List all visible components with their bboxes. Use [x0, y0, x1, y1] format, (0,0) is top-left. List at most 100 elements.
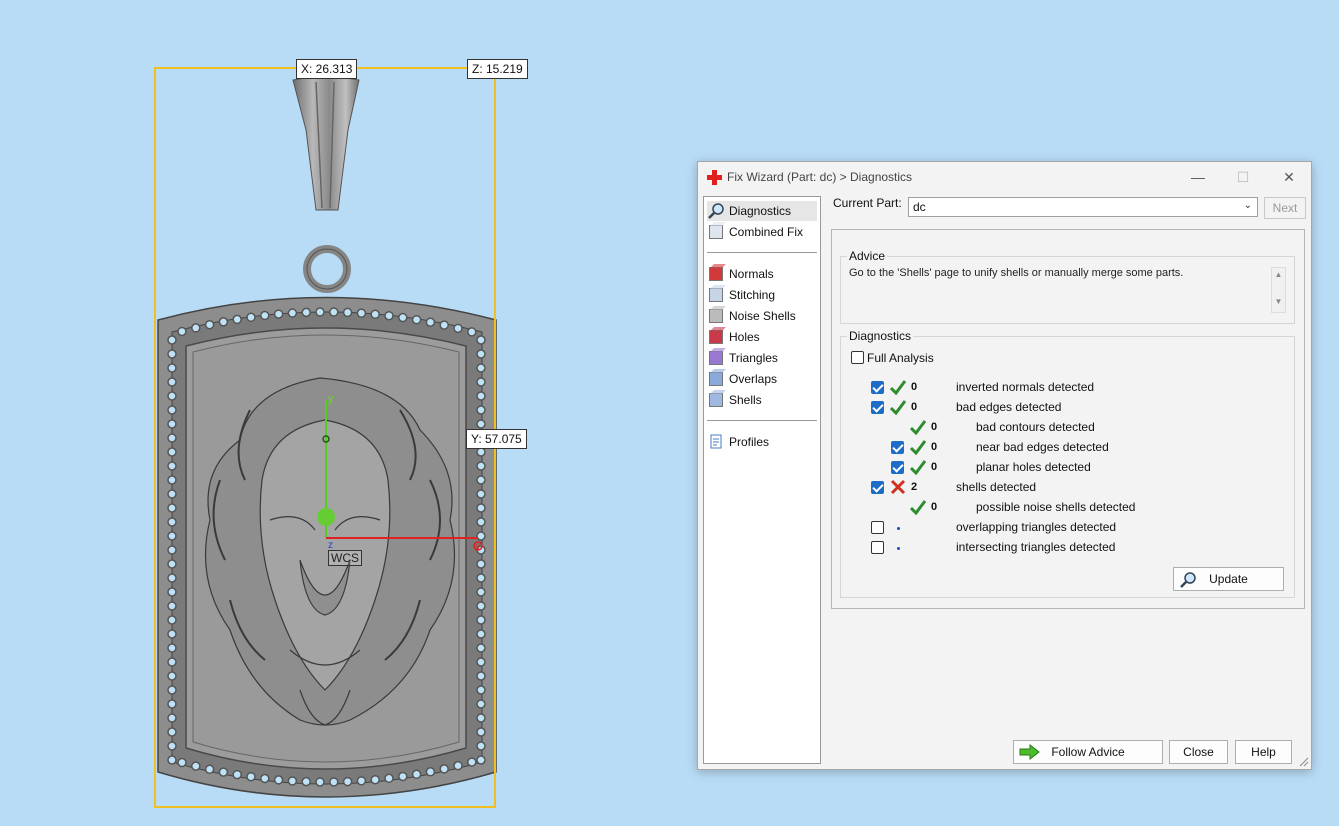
update-button[interactable]: Update [1173, 567, 1284, 591]
dialog-title: Fix Wizard (Part: dc) > Diagnostics [727, 170, 913, 184]
follow-advice-label: Follow Advice [1051, 745, 1125, 759]
resize-grip-icon[interactable] [1299, 757, 1309, 767]
shells-icon [707, 391, 725, 409]
nav-item-triangles[interactable]: Triangles [707, 348, 778, 368]
advice-group: Advice Go to the 'Shells' page to unify … [840, 249, 1295, 324]
close-button[interactable]: Close [1169, 740, 1228, 764]
planar-holes-checkbox[interactable] [891, 461, 904, 474]
nav-label: Shells [729, 393, 762, 407]
profiles-icon [707, 433, 725, 451]
pending-dot-icon [897, 547, 900, 550]
bad-contours-label: bad contours detected [976, 420, 1095, 434]
diagnostics-group: Diagnostics Full Analysis 0 inverted nor… [840, 329, 1295, 598]
diagnostics-title: Diagnostics [847, 329, 914, 343]
bounding-box [154, 67, 496, 808]
bad-edges-count: 0 [911, 401, 918, 413]
dimension-z-label: Z: 15.219 [467, 59, 528, 79]
scroll-down-icon[interactable]: ▼ [1272, 297, 1285, 306]
help-button[interactable]: Help [1235, 740, 1292, 764]
nav-label: Overlaps [729, 372, 778, 386]
pending-dot-icon [897, 527, 900, 530]
nav-item-overlaps[interactable]: Overlaps [707, 369, 777, 389]
nav-label: Combined Fix [729, 225, 804, 239]
overlaps-icon [707, 370, 725, 388]
advice-scrollbar[interactable]: ▲ ▼ [1271, 267, 1286, 313]
wizard-nav: Diagnostics Combined Fix Normals Stitchi… [703, 196, 821, 764]
bad-contours-count: 0 [931, 421, 938, 433]
wcs-label: WCS [328, 550, 362, 566]
nav-label: Holes [729, 330, 760, 344]
nav-item-normals[interactable]: Normals [707, 264, 774, 284]
cross-fail-icon [890, 479, 906, 495]
scroll-up-icon[interactable]: ▲ [1272, 270, 1285, 279]
nav-item-noise-shells[interactable]: Noise Shells [707, 306, 796, 326]
nav-item-shells[interactable]: Shells [707, 390, 762, 410]
normals-icon [707, 265, 725, 283]
current-part-value: dc [913, 200, 926, 214]
diagnostics-page: Advice Go to the 'Shells' page to unify … [831, 229, 1305, 609]
full-analysis-label: Full Analysis [867, 351, 934, 365]
check-ok-icon [910, 460, 926, 475]
chevron-down-icon: ⌄ [1243, 200, 1252, 211]
noise-shells-count: 0 [931, 501, 938, 513]
near-bad-edges-checkbox[interactable] [891, 441, 904, 454]
arrow-right-icon [1019, 744, 1040, 760]
update-label: Update [1209, 572, 1248, 586]
near-bad-edges-count: 0 [931, 441, 938, 453]
stitching-icon [707, 286, 725, 304]
nav-item-profiles[interactable]: Profiles [707, 432, 769, 452]
magnifier-icon [707, 202, 725, 220]
app-cross-icon [707, 170, 722, 185]
planar-holes-label: planar holes detected [976, 460, 1091, 474]
shells-checkbox[interactable] [871, 481, 884, 494]
full-analysis-checkbox[interactable] [851, 351, 864, 364]
noise-shells-label: possible noise shells detected [976, 500, 1136, 514]
magnifier-icon [1180, 572, 1196, 588]
advice-text: Go to the 'Shells' page to unify shells … [849, 267, 1281, 313]
dimension-x-label: X: 26.313 [296, 59, 358, 79]
fix-wizard-dialog: Fix Wizard (Part: dc) > Diagnostics — ☐ … [697, 161, 1312, 770]
intersecting-triangles-label: intersecting triangles detected [956, 540, 1116, 554]
nav-label: Normals [729, 267, 774, 281]
nav-item-diagnostics[interactable]: Diagnostics [707, 201, 817, 221]
triangles-icon [707, 349, 725, 367]
overlapping-triangles-label: overlapping triangles detected [956, 520, 1117, 534]
minimize-icon[interactable]: — [1183, 166, 1213, 188]
overlapping-triangles-checkbox[interactable] [871, 521, 884, 534]
nav-divider [707, 420, 817, 421]
shells-label: shells detected [956, 480, 1037, 494]
3d-viewport[interactable]: y x z X: 26.313 Z: 15.219 Y: 57.075 WCS [0, 0, 690, 826]
current-part-select[interactable]: dc ⌄ [908, 197, 1258, 217]
follow-advice-button[interactable]: Follow Advice [1013, 740, 1163, 764]
shells-count: 2 [911, 481, 918, 493]
check-ok-icon [890, 380, 906, 395]
close-icon[interactable]: ✕ [1274, 166, 1304, 188]
noise-shells-icon [707, 307, 725, 325]
advice-title: Advice [847, 249, 888, 263]
bad-edges-checkbox[interactable] [871, 401, 884, 414]
inverted-normals-label: inverted normals detected [956, 380, 1095, 394]
inverted-normals-count: 0 [911, 381, 918, 393]
nav-divider [707, 252, 817, 253]
nav-label: Triangles [729, 351, 778, 365]
nav-item-stitching[interactable]: Stitching [707, 285, 775, 305]
nav-label: Diagnostics [729, 204, 792, 218]
holes-icon [707, 328, 725, 346]
title-bar[interactable]: Fix Wizard (Part: dc) > Diagnostics — ☐ … [698, 162, 1311, 192]
nav-item-combined-fix[interactable]: Combined Fix [707, 222, 803, 242]
bad-edges-label: bad edges detected [956, 400, 1062, 414]
maximize-icon[interactable]: ☐ [1228, 166, 1258, 188]
dimension-y-label: Y: 57.075 [466, 429, 527, 449]
next-button[interactable]: Next [1264, 197, 1306, 219]
current-part-label: Current Part: [833, 196, 902, 210]
near-bad-edges-label: near bad edges detected [976, 440, 1109, 454]
nav-item-holes[interactable]: Holes [707, 327, 760, 347]
inverted-normals-checkbox[interactable] [871, 381, 884, 394]
check-ok-icon [910, 420, 926, 435]
nav-label: Profiles [729, 435, 770, 449]
nav-label: Noise Shells [729, 309, 796, 323]
check-ok-icon [910, 500, 926, 515]
combined-fix-icon [707, 223, 725, 241]
intersecting-triangles-checkbox[interactable] [871, 541, 884, 554]
check-ok-icon [910, 440, 926, 455]
